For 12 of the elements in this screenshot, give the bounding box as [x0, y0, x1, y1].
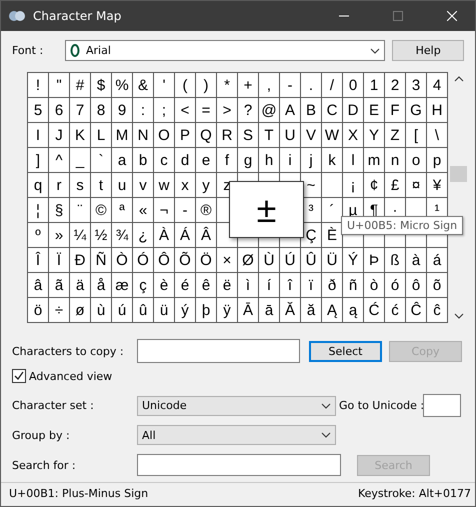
window-title: Character Map [33, 9, 122, 23]
character-set-label: Character set : [12, 399, 95, 412]
characters-to-copy-label: Characters to copy : [12, 344, 125, 358]
font-label: Font : [12, 44, 44, 57]
search-for-label: Search for : [12, 458, 77, 472]
group-by-label: Group by : [12, 428, 71, 442]
tooltip: U+00B5: Micro Sign [341, 216, 464, 235]
go-to-unicode-label: Go to Unicode : [339, 399, 423, 412]
keystroke-status: Keystroke: Alt+0177 [358, 486, 471, 500]
magnified-character-tooltip: ± [229, 181, 304, 238]
character-status: U+00B1: Plus-Minus Sign [9, 486, 148, 500]
advanced-view-label: Advanced view [29, 370, 112, 382]
